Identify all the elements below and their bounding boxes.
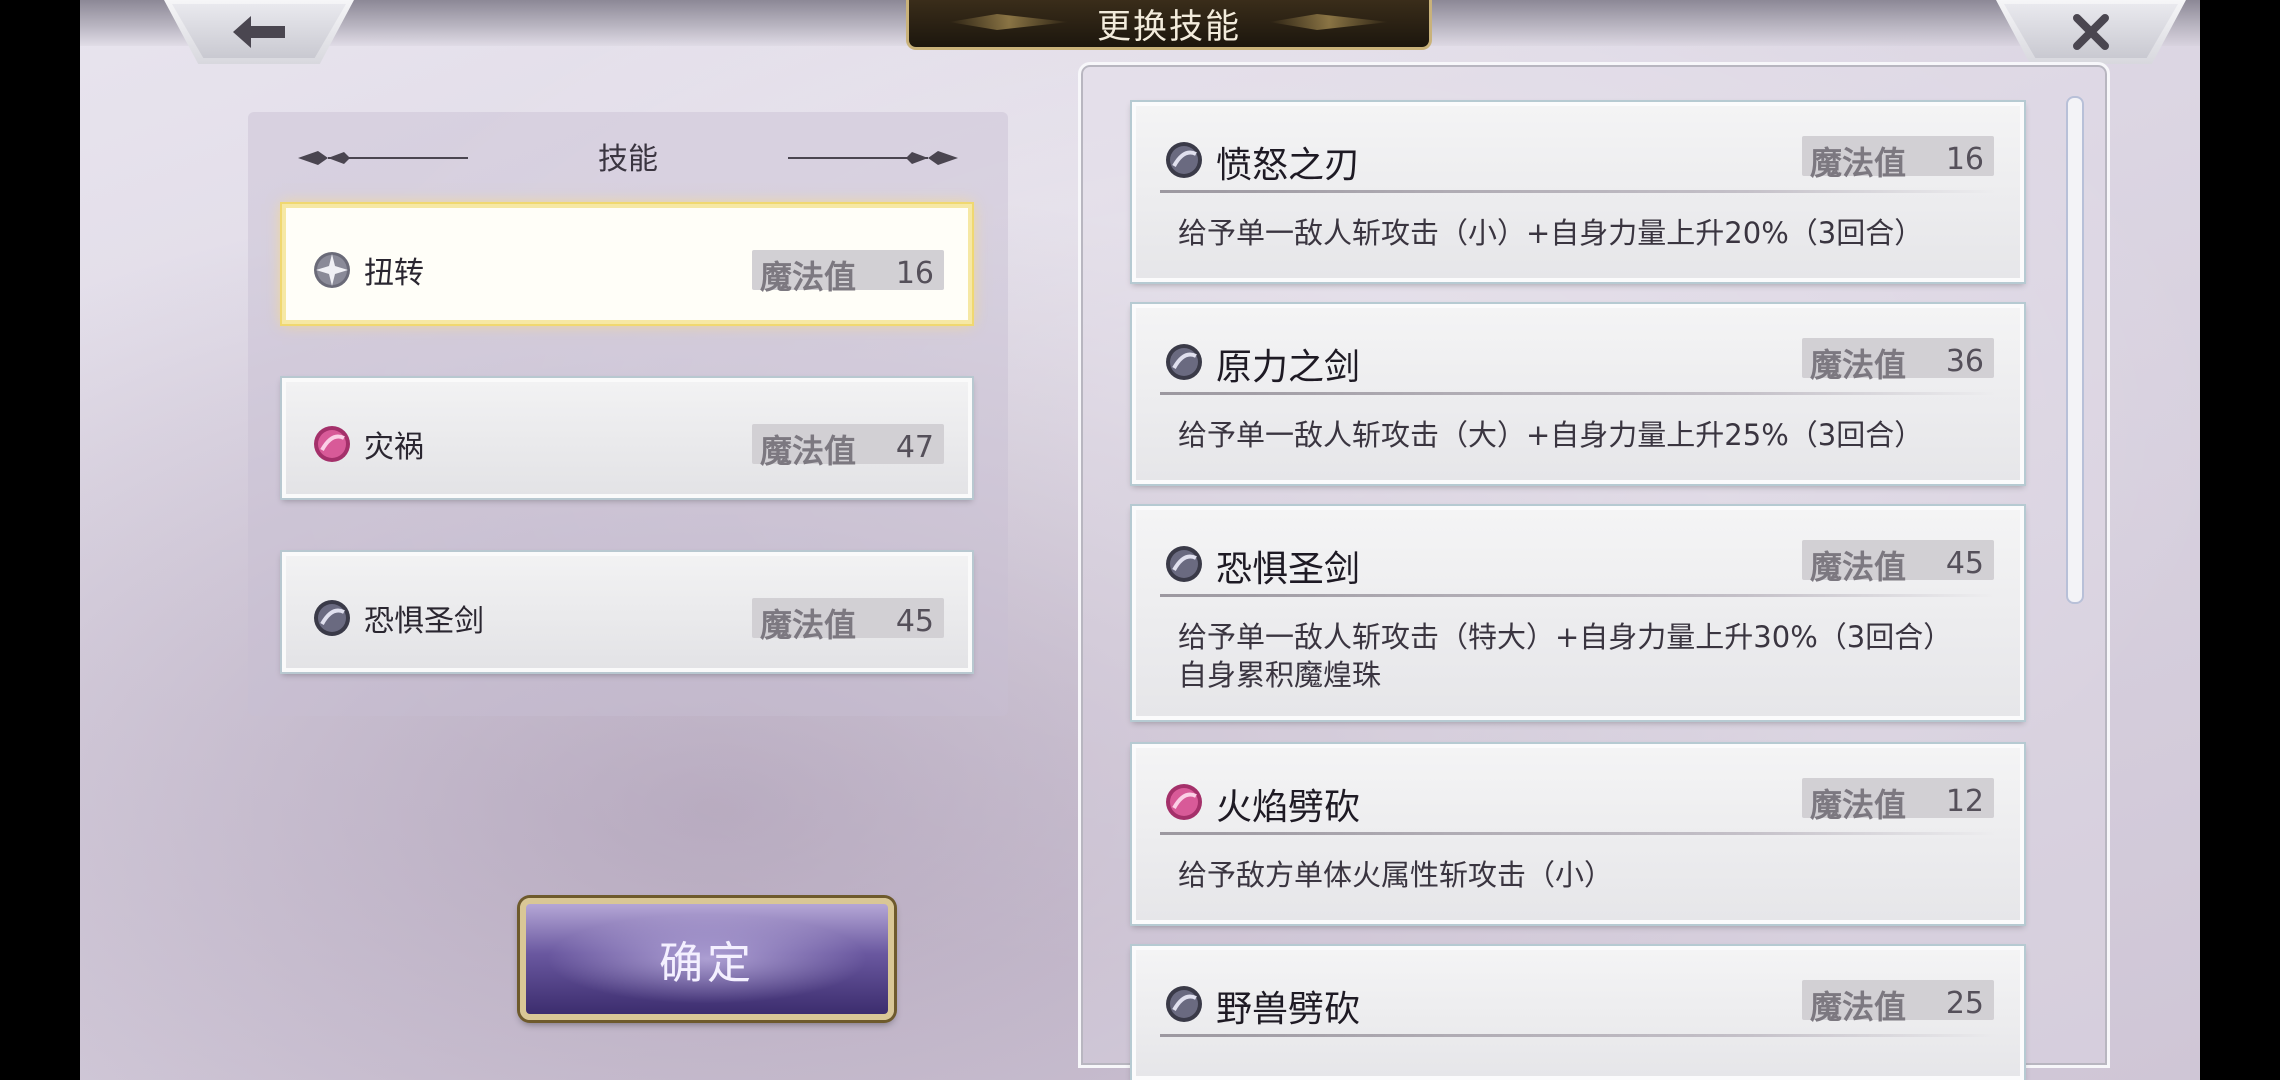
skill-description: 给予敌方单体火属性斩攻击（小）: [1178, 858, 1614, 892]
skill-description-line-1: 给予单一敌人斩攻击（特大）+自身力量上升30%（3回合）: [1178, 620, 1953, 654]
mp-label: 魔法值: [760, 606, 857, 644]
mp-value: 45: [1945, 546, 1984, 581]
mp-value: 45: [895, 604, 934, 639]
skill-card-3[interactable]: 恐惧圣剑 魔法值 45 给予单一敌人斩攻击（特大）+自身力量上升30%（3回合）…: [1132, 506, 2024, 720]
star-orb-icon: [314, 252, 350, 288]
panel-title: 技能: [598, 142, 658, 177]
mp-value: 16: [895, 256, 934, 291]
mp-label: 魔法值: [1810, 786, 1907, 824]
mp-value: 47: [895, 430, 934, 465]
back-button[interactable]: [164, 0, 354, 64]
mp-badge: 魔法值 47: [752, 424, 944, 470]
title-ornament-right: [1269, 14, 1389, 30]
dark-orb-icon: [1166, 986, 1202, 1022]
mp-label: 魔法值: [1810, 988, 1907, 1026]
pink-orb-icon: [314, 426, 350, 462]
dark-orb-icon: [314, 600, 350, 636]
dark-orb-icon: [1166, 344, 1202, 380]
skill-name: 原力之剑: [1216, 347, 1361, 388]
mp-badge: 魔法值 36: [1802, 338, 1994, 384]
skill-name: 火焰劈砍: [1216, 787, 1361, 828]
close-icon: [2073, 14, 2109, 50]
skill-description: 给予单一敌人斩攻击（大）+自身力量上升25%（3回合）: [1178, 418, 1924, 452]
skill-card-4[interactable]: 火焰劈砍 魔法值 12 给予敌方单体火属性斩攻击（小）: [1132, 744, 2024, 924]
dark-orb-icon: [1166, 142, 1202, 178]
dark-orb-icon: [1166, 546, 1202, 582]
mp-value: 12: [1945, 784, 1984, 819]
mp-label: 魔法值: [1810, 548, 1907, 586]
divider: [1160, 392, 1996, 395]
skill-description: 给予单一敌人斩攻击（小）+自身力量上升20%（3回合）: [1178, 216, 1924, 250]
arrow-left-icon: [233, 16, 285, 48]
ornament-right-icon: [788, 151, 958, 165]
mp-badge: 魔法值 16: [1802, 136, 1994, 182]
mp-badge: 魔法值 45: [752, 598, 944, 644]
mp-label: 魔法值: [760, 258, 857, 296]
title-ornament-left: [949, 14, 1069, 30]
mp-badge: 魔法值 16: [752, 250, 944, 296]
equipped-skills-panel: 技能 扭转 魔法值 16 灾祸 魔法值 47 恐惧圣剑 魔法值 45: [248, 112, 1008, 716]
mp-badge: 魔法值 45: [1802, 540, 1994, 586]
skill-card-2[interactable]: 原力之剑 魔法值 36 给予单一敌人斩攻击（大）+自身力量上升25%（3回合）: [1132, 304, 2024, 484]
skill-name: 野兽劈砍: [1216, 989, 1361, 1030]
skill-name: 恐惧圣剑: [1216, 549, 1361, 590]
mp-value: 36: [1945, 344, 1984, 379]
page-title: 更换技能: [1097, 7, 1241, 47]
title-bar: 更换技能: [906, 0, 1432, 50]
game-screen: 更换技能 技能 扭转 魔法值 16 灾祸 魔法值 47 恐惧圣剑 魔法值 45 …: [80, 0, 2200, 1080]
equipped-slot-1[interactable]: 扭转 魔法值 16: [282, 204, 972, 324]
skill-description-line-2: 自身累积魔煌珠: [1178, 658, 1382, 692]
divider: [1160, 594, 1996, 597]
panel-header: 技能: [248, 136, 1008, 177]
divider: [1160, 190, 1996, 193]
close-button[interactable]: [1996, 0, 2186, 64]
mp-label: 魔法值: [1810, 346, 1907, 384]
skill-description: 给予单一敌人斩攻击（特大）+自身力量上升30%（3回合） 自身累积魔煌珠: [1178, 618, 1990, 694]
confirm-button[interactable]: 确定: [520, 898, 894, 1020]
divider: [1160, 832, 1996, 835]
mp-value: 16: [1945, 142, 1984, 177]
skill-card-1[interactable]: 愤怒之刃 魔法值 16 给予单一敌人斩攻击（小）+自身力量上升20%（3回合）: [1132, 102, 2024, 282]
mp-badge: 魔法值 25: [1802, 980, 1994, 1026]
divider: [1160, 1034, 1996, 1037]
mp-badge: 魔法值 12: [1802, 778, 1994, 824]
pink-orb-icon: [1166, 784, 1202, 820]
equipped-slot-3[interactable]: 恐惧圣剑 魔法值 45: [282, 552, 972, 672]
skill-name: 愤怒之刃: [1216, 145, 1361, 186]
confirm-label: 确定: [659, 938, 755, 989]
slot-name: 恐惧圣剑: [364, 604, 484, 639]
equipped-slot-2[interactable]: 灾祸 魔法值 47: [282, 378, 972, 498]
mp-value: 25: [1945, 986, 1984, 1021]
ornament-left-icon: [298, 151, 468, 165]
slot-name: 灾祸: [364, 430, 424, 465]
mp-label: 魔法值: [760, 432, 857, 470]
mp-label: 魔法值: [1810, 144, 1907, 182]
skill-card-5[interactable]: 野兽劈砍 魔法值 25: [1132, 946, 2024, 1080]
slot-name: 扭转: [364, 256, 424, 291]
scrollbar[interactable]: [2066, 96, 2084, 604]
